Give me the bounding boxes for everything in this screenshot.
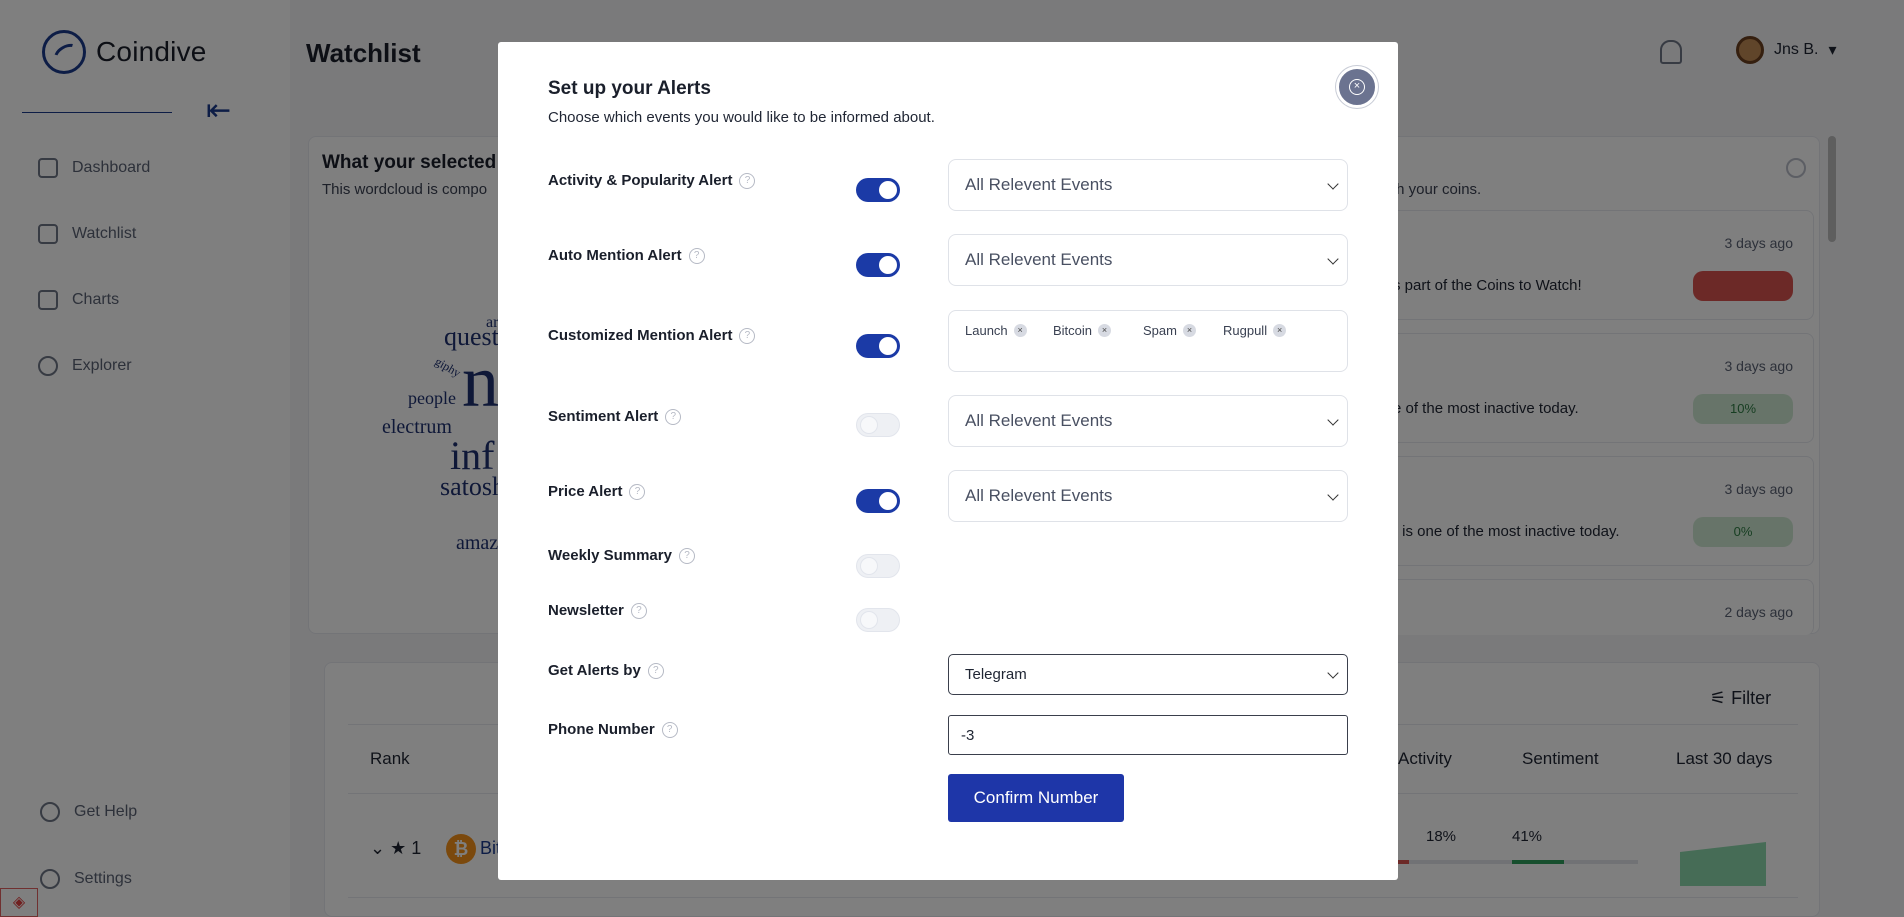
help-icon[interactable]: ? [665, 408, 682, 425]
keyword-tag: Bitcoin × [1049, 321, 1115, 340]
chevron-down-icon [1327, 253, 1339, 265]
alert-label-activity: Activity & Popularity Alert ? [548, 172, 756, 189]
help-icon[interactable]: ? [629, 483, 646, 500]
alert-label-phone: Phone Number ? [548, 721, 678, 738]
toggle-knob [879, 181, 897, 199]
select-price-alert[interactable]: All Relevent Events [948, 470, 1348, 522]
alert-label-text: Get Alerts by [548, 662, 641, 679]
alert-label-auto-mention: Auto Mention Alert ? [548, 247, 705, 264]
select-alert-channel[interactable]: Telegram [948, 654, 1348, 695]
alert-label-weekly-summary: Weekly Summary ? [548, 547, 695, 564]
select-value: All Relevent Events [965, 250, 1113, 269]
help-icon[interactable]: ? [678, 547, 695, 564]
alert-label-text: Price Alert [548, 483, 623, 500]
help-icon[interactable]: ? [630, 602, 647, 619]
toggle-knob [860, 416, 878, 434]
alert-label-text: Activity & Popularity Alert [548, 172, 733, 189]
tag-label: Rugpull [1223, 323, 1268, 338]
select-value: All Relevent Events [965, 175, 1113, 194]
chevron-down-icon [1327, 178, 1339, 190]
select-activity-alert[interactable]: All Relevent Events [948, 159, 1348, 211]
remove-tag-icon[interactable]: × [1182, 324, 1196, 337]
close-icon: × [1349, 79, 1365, 95]
help-icon[interactable]: ? [739, 172, 756, 189]
select-value: All Relevent Events [965, 411, 1113, 430]
alert-label-get-alerts-by: Get Alerts by ? [548, 662, 664, 679]
close-button[interactable]: × [1336, 66, 1378, 108]
keyword-tag: Launch × [961, 321, 1031, 340]
alert-label-text: Phone Number [548, 721, 655, 738]
tag-label: Spam [1143, 323, 1177, 338]
alert-label-text: Sentiment Alert [548, 408, 659, 425]
alert-label-text: Customized Mention Alert [548, 327, 733, 344]
toggle-weekly-summary[interactable] [856, 554, 900, 578]
keyword-tag: Spam × [1139, 321, 1200, 340]
toggle-newsletter[interactable] [856, 608, 900, 632]
alert-label-text: Newsletter [548, 602, 624, 619]
keyword-tag-input[interactable]: Launch × Bitcoin × Spam × Rugpull × [948, 310, 1348, 372]
modal-description: Choose which events you would like to be… [548, 109, 935, 126]
alert-label-text: Auto Mention Alert [548, 247, 682, 264]
alert-label-price: Price Alert ? [548, 483, 646, 500]
toggle-knob [860, 557, 878, 575]
toggle-price-alert[interactable] [856, 489, 900, 513]
alerts-modal: Set up your Alerts Choose which events y… [498, 42, 1398, 880]
remove-tag-icon[interactable]: × [1098, 324, 1112, 337]
toggle-knob [879, 337, 897, 355]
select-sentiment-alert[interactable]: All Relevent Events [948, 395, 1348, 447]
chevron-down-icon [1327, 489, 1339, 501]
alert-label-newsletter: Newsletter ? [548, 602, 647, 619]
keyword-tag: Rugpull × [1219, 321, 1290, 340]
toggle-activity-alert[interactable] [856, 178, 900, 202]
toggle-auto-mention-alert[interactable] [856, 253, 900, 277]
phone-number-input[interactable] [948, 715, 1348, 755]
remove-tag-icon[interactable]: × [1273, 324, 1287, 337]
tag-label: Bitcoin [1053, 323, 1093, 338]
alert-label-text: Weekly Summary [548, 547, 672, 564]
tag-label: Launch [965, 323, 1008, 338]
help-icon[interactable]: ? [661, 721, 678, 738]
chevron-down-icon [1327, 667, 1339, 679]
select-value: All Relevent Events [965, 486, 1113, 505]
help-icon[interactable]: ? [739, 327, 756, 344]
chevron-down-icon [1327, 414, 1339, 426]
toggle-sentiment-alert[interactable] [856, 413, 900, 437]
toggle-customized-mention-alert[interactable] [856, 334, 900, 358]
alert-label-customized-mention: Customized Mention Alert ? [548, 327, 756, 344]
help-icon[interactable]: ? [647, 662, 664, 679]
toggle-knob [860, 611, 878, 629]
toggle-knob [879, 256, 897, 274]
alert-label-sentiment: Sentiment Alert ? [548, 408, 682, 425]
confirm-number-button[interactable]: Confirm Number [948, 774, 1124, 822]
toggle-knob [879, 492, 897, 510]
select-auto-mention-alert[interactable]: All Relevent Events [948, 234, 1348, 286]
remove-tag-icon[interactable]: × [1013, 324, 1027, 337]
select-value: Telegram [965, 666, 1027, 683]
modal-title: Set up your Alerts [548, 78, 711, 99]
help-icon[interactable]: ? [688, 247, 705, 264]
